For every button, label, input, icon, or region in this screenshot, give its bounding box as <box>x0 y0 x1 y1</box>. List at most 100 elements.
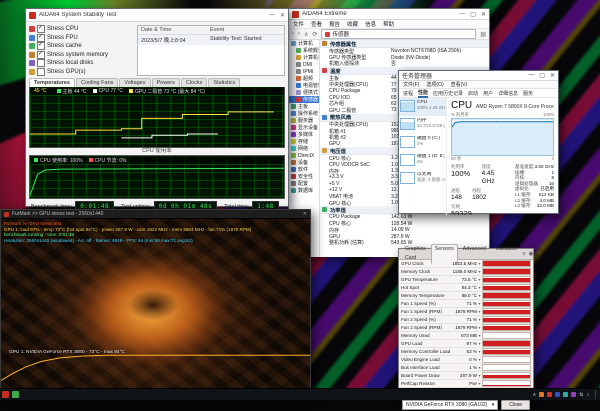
gpuz-sensor-row[interactable]: Fan 2 Speed (RPM) 1878 RPM ▾ <box>399 324 533 332</box>
menu-item[interactable]: 收藏 <box>347 20 358 28</box>
tab[interactable]: 性能 <box>418 89 429 98</box>
checkbox[interactable] <box>37 50 45 59</box>
tray-icon[interactable] <box>547 392 553 397</box>
gpuz-sensor-row[interactable]: Memory Controller Load 53 % ▾ <box>399 348 533 356</box>
checkbox[interactable] <box>37 25 45 33</box>
tree-item[interactable]: 数据库 <box>289 187 319 194</box>
tree-item[interactable]: 多媒体 <box>289 131 319 138</box>
menu-item[interactable]: 文件(F) <box>403 81 419 88</box>
tree-item[interactable]: 电源管理 <box>289 82 319 89</box>
tree-item[interactable]: 服务器 <box>289 117 319 124</box>
menu-item[interactable]: 文件 <box>293 20 304 28</box>
menu-item[interactable]: 信息 <box>365 20 376 28</box>
gpuz-sensor-row[interactable]: GPU Temperature 73.5 °C ▾ <box>399 276 533 284</box>
aida64-titlebar[interactable]: AIDA64 Extreme — ▢ ✕ <box>289 9 489 20</box>
tree-item[interactable]: 操作系统 <box>289 110 319 117</box>
menu-item[interactable]: 选项(O) <box>426 81 443 88</box>
furmark-titlebar[interactable]: FurMark >> GPU stress test - 2560x1440 ✕ <box>1 210 310 219</box>
gpuz-sensor-row[interactable]: Memory Temperature 88.0 °C ▾ <box>399 292 533 300</box>
minimize-button[interactable]: — <box>528 72 534 79</box>
refresh-icon[interactable]: ⟳ <box>312 31 317 38</box>
stress-checkbox-row[interactable]: Stress system memory <box>29 50 133 59</box>
sst-tab[interactable]: Clocks <box>180 78 208 87</box>
tree-item[interactable]: 超频 <box>289 75 319 82</box>
menu-item[interactable]: 报告 <box>329 20 340 28</box>
tree-item[interactable]: 设备 <box>289 159 319 166</box>
menu-item[interactable]: 帮助 <box>383 20 394 28</box>
gpuz-sensor-row[interactable]: PerfCap Reason Pwr ▾ <box>399 380 533 388</box>
checkbox[interactable] <box>37 33 45 42</box>
tree-item[interactable]: 软件 <box>289 166 319 173</box>
tray-icon[interactable] <box>539 392 545 397</box>
gpuz-sensor-row[interactable]: Board Power Draw 287.9 W ▾ <box>399 372 533 380</box>
close-button[interactable]: Close <box>501 400 530 410</box>
sst-tab[interactable]: Statistics <box>208 78 241 87</box>
tree-item[interactable]: 配置 <box>289 180 319 187</box>
sst-tab[interactable]: Temperatures <box>29 78 75 87</box>
network-icon[interactable]: ⇅ <box>579 392 583 398</box>
sidebar-item[interactable]: 内存 10.7/16.0 GB (67%) <box>399 116 446 134</box>
gpuz-sensor-row[interactable]: Fan 2 Speed (%) 71 % ▾ <box>399 316 533 324</box>
tab[interactable]: 进程 <box>403 90 413 97</box>
checkbox[interactable] <box>37 67 45 76</box>
tree-item[interactable]: 存储 <box>289 138 319 145</box>
sidebar-item[interactable]: CPU 100% 4.45 GHz <box>399 98 446 116</box>
tray-icon[interactable] <box>563 392 569 397</box>
tree-item[interactable]: 传感器 <box>289 96 319 103</box>
gpuz-sensor-row[interactable]: Fan 1 Speed (RPM) 1878 RPM ▾ <box>399 308 533 316</box>
maximize-button[interactable]: ▢ <box>470 11 476 18</box>
tree-item[interactable]: 便携式计算机 <box>289 89 319 96</box>
stress-checkbox-row[interactable]: Stress FPU <box>29 33 133 42</box>
sensor-row[interactable]: 内存 14.09 W <box>320 227 489 234</box>
sensor-row[interactable]: 机箱入侵探测 否 <box>320 61 489 67</box>
sst-titlebar[interactable]: AIDA64 System Stability Test — ✕ <box>26 9 288 22</box>
tree-item[interactable]: 计算机名称 <box>289 54 319 61</box>
minimize-button[interactable]: — <box>269 12 275 19</box>
menu-item[interactable]: 查看 <box>311 20 322 28</box>
tray-expand-icon[interactable]: ∧ <box>533 392 537 398</box>
gpuz-sensor-row[interactable]: Memory Clock 1188.0 MHz ▾ <box>399 268 533 276</box>
col-event[interactable]: Event <box>207 26 227 34</box>
tray-icon[interactable] <box>571 392 577 397</box>
sidebar-item[interactable]: 以太网 发送: 0 接收: 0 <box>399 170 446 188</box>
menu-item[interactable]: 查看(V) <box>451 81 468 88</box>
sst-tab[interactable]: Cooling Fans <box>75 78 119 87</box>
close-button[interactable]: ✕ <box>280 12 285 19</box>
gpuz-sensor-row[interactable]: Fan 1 Speed (%) 71 % ▾ <box>399 300 533 308</box>
taskbar-app-icon[interactable] <box>12 391 19 398</box>
tab[interactable]: 应用历史记录 <box>433 90 463 97</box>
checkbox[interactable] <box>37 42 45 51</box>
checkbox[interactable] <box>37 59 45 68</box>
minimize-button[interactable]: — <box>459 11 465 18</box>
volume-icon[interactable]: ♪ <box>587 392 590 398</box>
back-icon[interactable]: ‹ <box>292 31 294 37</box>
log-row[interactable]: 2023/5/7 晚上8:04 Stability Test: Started <box>138 35 284 45</box>
tree-item[interactable]: DirectX <box>289 152 319 159</box>
sst-tab[interactable]: Voltages <box>119 78 151 87</box>
sidebar-item[interactable]: 磁盘 1 (D: E:) 0% <box>399 152 446 170</box>
stress-checkbox-row[interactable]: Stress local disks <box>29 59 133 68</box>
sst-tab[interactable]: Powers <box>151 78 180 87</box>
stress-checkbox-row[interactable]: Stress CPU <box>29 25 133 33</box>
gpuz-sensor-row[interactable]: Hot Spot 84.3 °C ▾ <box>399 284 533 292</box>
gpuz-sensor-row[interactable]: Video Engine Load 0 % ▾ <box>399 356 533 364</box>
tray-icon[interactable] <box>555 392 561 397</box>
camera-icon[interactable]: ◉ <box>529 251 534 257</box>
gpuz-sensor-row[interactable]: Memory Used 873 MB ▾ <box>399 332 533 340</box>
tree-item[interactable]: 安全性 <box>289 173 319 180</box>
tree-item[interactable]: 网络 <box>289 145 319 152</box>
show-desktop-button[interactable] <box>595 390 598 399</box>
gpuz-sensor-row[interactable]: Bus Interface Load 1 % ▾ <box>399 364 533 372</box>
cpu-utilization-graph[interactable] <box>451 118 554 156</box>
forward-icon[interactable]: › <box>298 31 300 37</box>
close-icon[interactable]: ✕ <box>536 251 541 257</box>
close-button[interactable]: ✕ <box>303 211 307 217</box>
menu-icon[interactable]: ≡ <box>522 251 525 257</box>
tree-item[interactable]: IPMI <box>289 68 319 75</box>
gpuz-sensor-row[interactable]: GPU Clock 1822.5 MHz ▾ <box>399 260 533 268</box>
tab[interactable]: 详细信息 <box>498 90 518 97</box>
tab[interactable]: 用户 <box>483 90 493 97</box>
tree-item[interactable]: 计算机 <box>289 40 319 47</box>
gpu-select-dropdown[interactable]: NVIDIA GeForce RTX 3080 (GA102) ▾ <box>402 400 499 410</box>
tree-item[interactable]: 显示设备 <box>289 124 319 131</box>
